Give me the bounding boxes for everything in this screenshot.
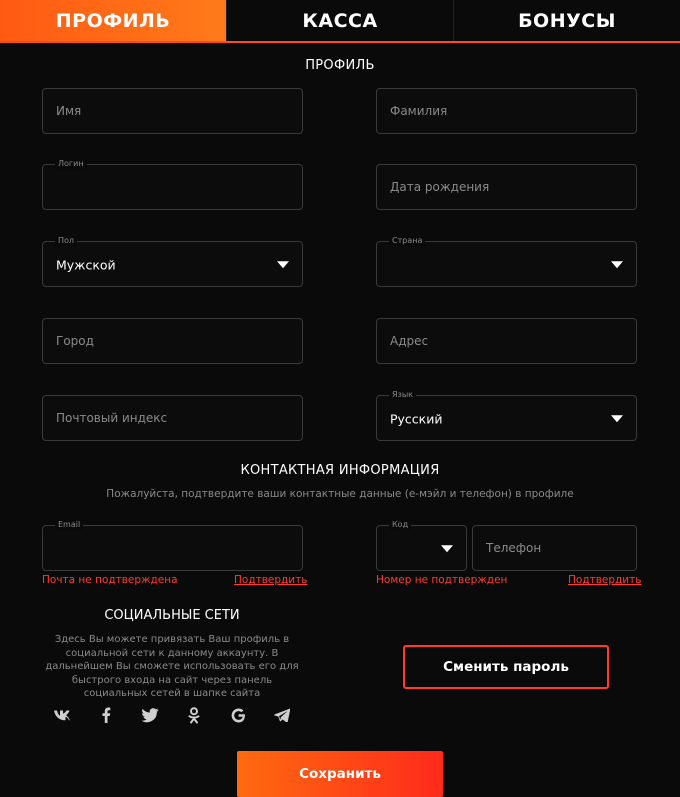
twitter-icon[interactable] [140, 705, 160, 725]
email-error: Почта не подтверждена [42, 574, 178, 586]
phone-error: Номер не подтвержден [376, 574, 508, 586]
phone-code-label: Код [389, 520, 412, 530]
last-name-field[interactable]: Фамилия [376, 88, 637, 134]
birth-date-placeholder: Дата рождения [390, 180, 490, 194]
address-placeholder: Адрес [390, 334, 429, 348]
social-section-title: СОЦИАЛЬНЫЕ СЕТИ [104, 608, 240, 623]
tab-bonuses[interactable]: БОНУСЫ [453, 0, 680, 41]
gender-value: Мужской [56, 257, 116, 273]
gender-label: Пол [55, 236, 78, 246]
chevron-down-icon [611, 415, 623, 423]
language-select[interactable]: Язык Русский [376, 390, 637, 441]
chevron-down-icon [611, 261, 623, 269]
last-name-placeholder: Фамилия [390, 104, 448, 118]
country-label: Страна [389, 236, 426, 246]
google-icon[interactable] [228, 705, 248, 725]
postal-code-placeholder: Почтовый индекс [56, 411, 168, 425]
facebook-icon[interactable] [96, 705, 116, 725]
language-value: Русский [390, 411, 443, 427]
chevron-down-icon [441, 545, 453, 553]
tab-bar: ПРОФИЛЬ КАССА БОНУСЫ [0, 0, 680, 43]
first-name-field[interactable]: Имя [42, 88, 303, 134]
email-field[interactable]: Email [42, 520, 303, 571]
language-label: Язык [389, 390, 416, 400]
city-placeholder: Город [56, 334, 94, 348]
first-name-placeholder: Имя [56, 104, 82, 118]
phone-field[interactable]: Телефон [472, 525, 637, 571]
tab-cashier[interactable]: КАССА [226, 0, 453, 41]
login-field[interactable]: Логин [42, 159, 303, 210]
email-confirm-link[interactable]: Подтвердить [234, 574, 307, 586]
contact-subtitle: Пожалуйста, подтвердите ваши контактные … [106, 488, 574, 500]
country-select[interactable]: Страна [376, 236, 637, 287]
chevron-down-icon [277, 261, 289, 269]
gender-select[interactable]: Пол Мужской [42, 236, 303, 287]
birth-date-field[interactable]: Дата рождения [376, 164, 637, 210]
profile-section-title: ПРОФИЛЬ [305, 58, 375, 73]
social-icons-row [52, 705, 292, 725]
social-description: Здесь Вы можете привязать Ваш профиль в … [45, 634, 299, 699]
odnoklassniki-icon[interactable] [184, 705, 204, 725]
phone-code-select[interactable]: Код [376, 520, 467, 571]
phone-placeholder: Телефон [486, 541, 542, 555]
vk-icon[interactable] [52, 705, 72, 725]
email-label: Email [55, 520, 84, 530]
postal-code-field[interactable]: Почтовый индекс [42, 395, 303, 441]
login-label: Логин [55, 159, 87, 169]
contact-section-title: КОНТАКТНАЯ ИНФОРМАЦИЯ [240, 463, 440, 478]
tab-profile[interactable]: ПРОФИЛЬ [0, 0, 226, 41]
save-button[interactable]: Сохранить [237, 751, 443, 797]
phone-confirm-link[interactable]: Подтвердить [568, 574, 641, 586]
address-field[interactable]: Адрес [376, 318, 637, 364]
telegram-icon[interactable] [272, 705, 292, 725]
city-field[interactable]: Город [42, 318, 303, 364]
change-password-button[interactable]: Сменить пароль [403, 645, 609, 689]
